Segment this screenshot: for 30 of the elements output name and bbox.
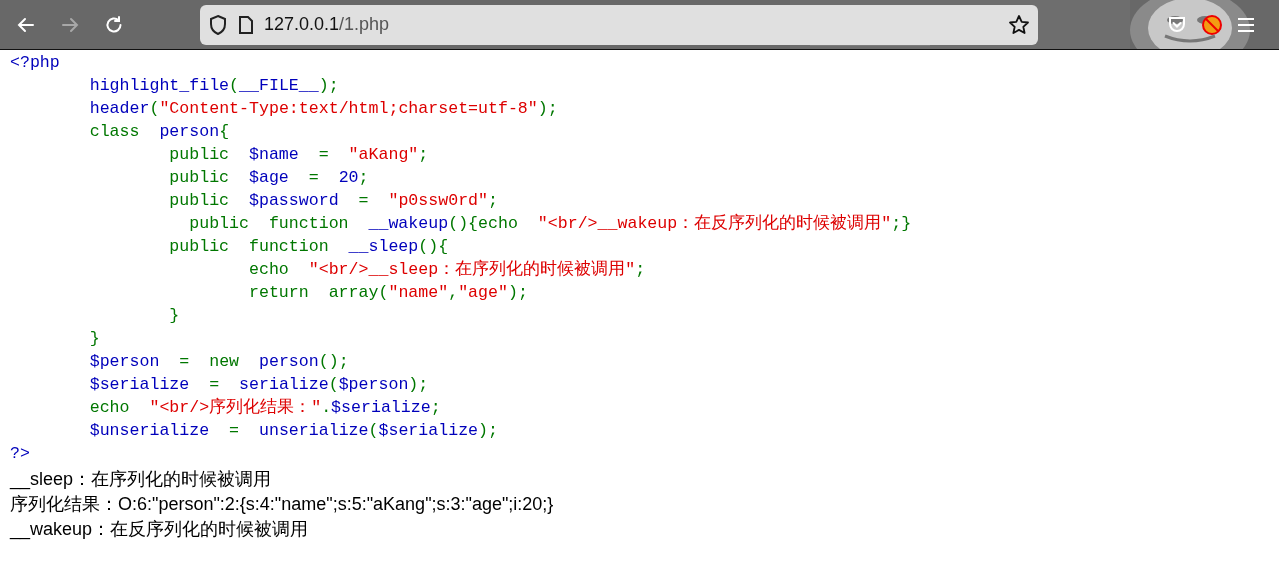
reload-icon xyxy=(104,14,124,35)
output-line: 序列化结果：O:6:"person":2:{s:4:"name";s:5:"aKang";s:3:"age";i:20;} xyxy=(10,493,554,516)
code-line: } xyxy=(88,328,100,350)
code-line: $unserialize = unserialize($serialize); xyxy=(88,420,498,442)
code-line: public $age = 20; xyxy=(168,167,369,189)
code-line: echo "<br/>序列化结果：".$serialize; xyxy=(88,396,441,419)
code-line: return array("name","age"); xyxy=(248,282,528,304)
address-bar[interactable]: 127.0.0.1/1.php xyxy=(200,4,1038,45)
code-line: <?php xyxy=(10,52,60,74)
star-icon[interactable] xyxy=(1008,13,1030,36)
code-line: ?> xyxy=(10,443,30,465)
shield-icon[interactable] xyxy=(208,13,228,36)
code-line: $serialize = serialize($person); xyxy=(88,374,429,396)
code-line: highlight_file(__FILE__); xyxy=(88,75,339,97)
code-line: $person = new person(); xyxy=(88,351,349,373)
code-line: echo "<br/>__sleep：在序列化的时候被调用"; xyxy=(248,258,646,281)
page-icon xyxy=(238,14,254,35)
blocked-extension-icon[interactable] xyxy=(1201,13,1223,36)
output-line: __sleep：在序列化的时候被调用 xyxy=(10,468,272,492)
code-line: } xyxy=(168,305,180,327)
code-line: public $name = "aKang"; xyxy=(168,144,429,166)
code-line: public function __sleep(){ xyxy=(168,236,449,258)
url-text: 127.0.0.1/1.php xyxy=(264,13,390,36)
menu-icon[interactable] xyxy=(1237,16,1255,33)
output-line: __wakeup：在反序列化的时候被调用 xyxy=(10,518,309,542)
code-line: public $password = "p0ssw0rd"; xyxy=(168,190,498,212)
code-line: header("Content-Type:text/html;charset=utf-8"); xyxy=(88,98,558,120)
code-line: class person{ xyxy=(88,121,230,143)
pocket-icon[interactable] xyxy=(1167,14,1187,35)
code-line: public function __wakeup(){echo "<br/>__wakeup：在反序列化的时候被调用";} xyxy=(188,212,912,235)
